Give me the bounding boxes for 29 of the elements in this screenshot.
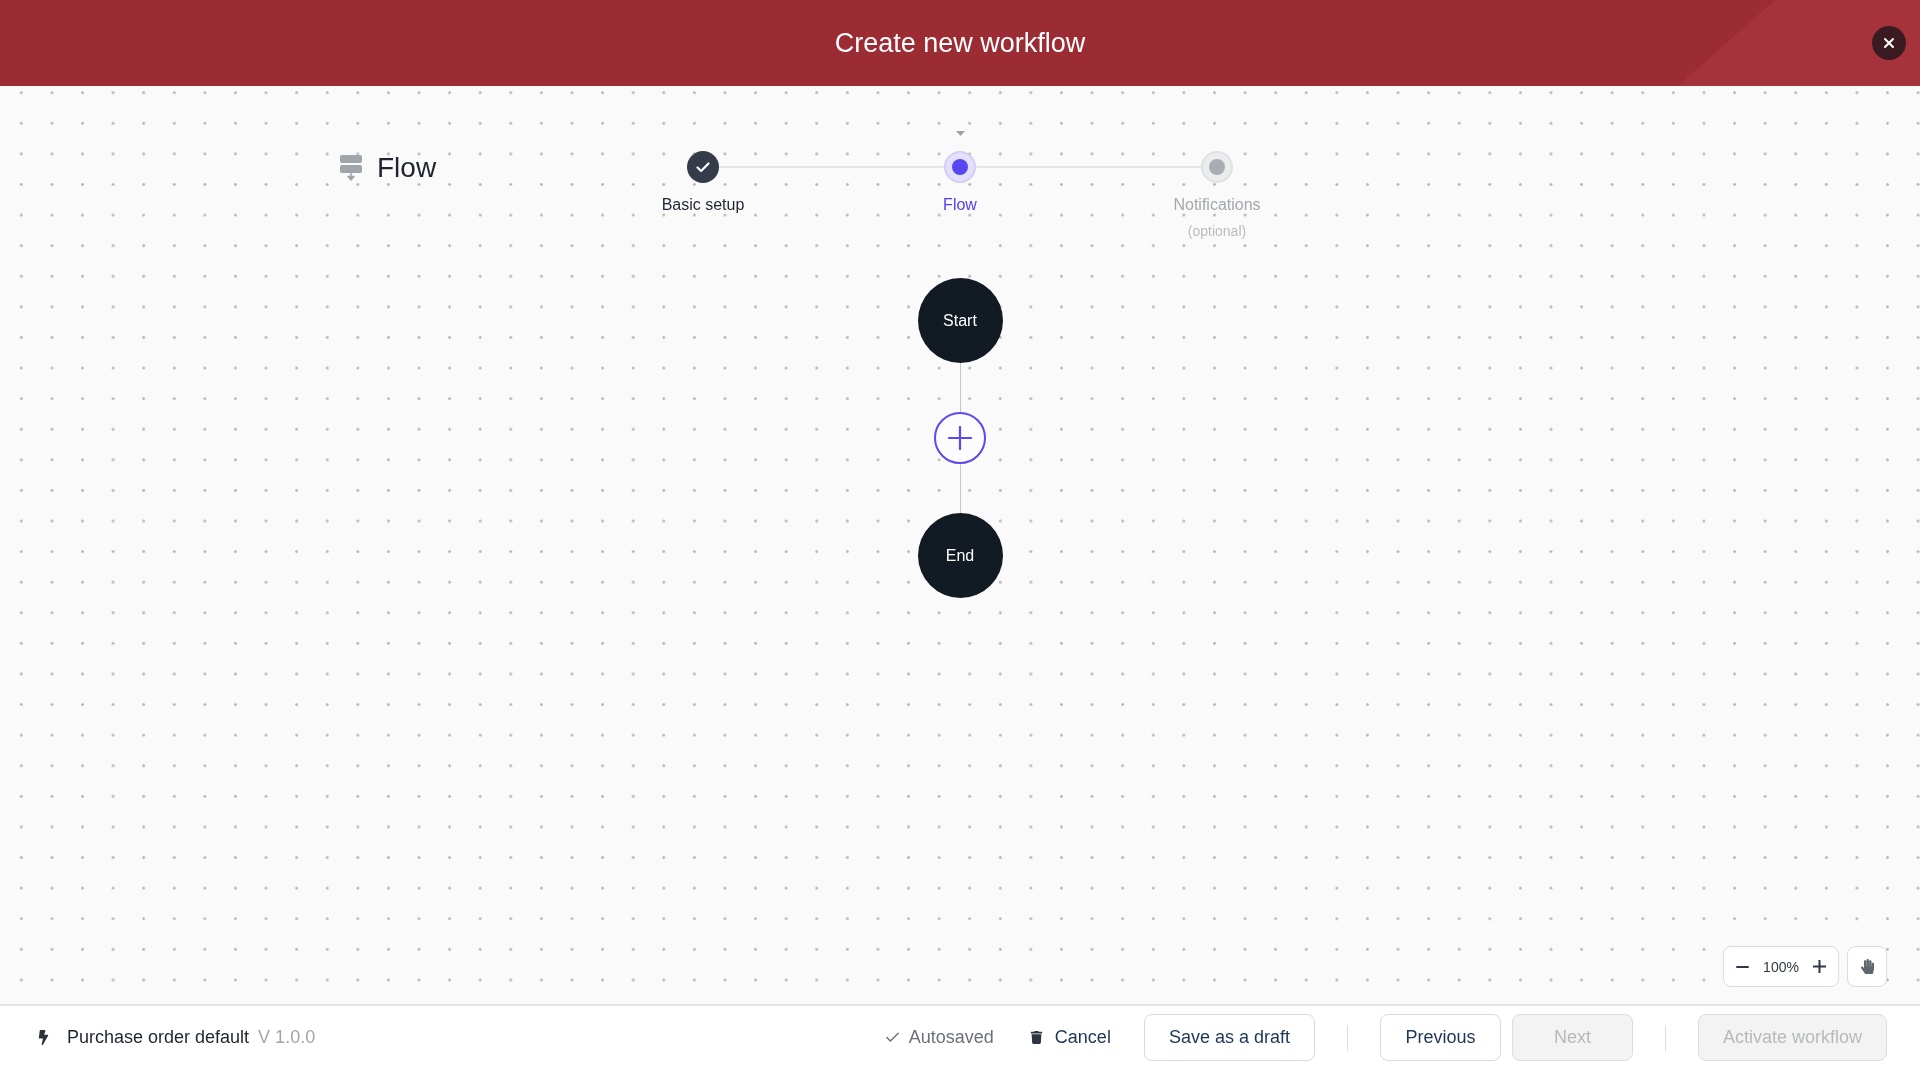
step-label: Basic setup bbox=[661, 195, 745, 215]
workflow-name: Purchase order default bbox=[67, 1027, 250, 1048]
stacked-bars-icon bbox=[340, 155, 362, 181]
footer-button[interactable]: Previous bbox=[1379, 1014, 1501, 1061]
step-label: Flow bbox=[943, 195, 977, 215]
zoom-level: 100% bbox=[1763, 958, 1799, 975]
step-label: Notifications bbox=[1173, 195, 1261, 215]
version-label: V 1.0.0 bbox=[258, 1027, 316, 1048]
footer-button[interactable]: Save as a draft bbox=[1143, 1014, 1315, 1061]
step-sublabel: (optional) bbox=[1187, 222, 1247, 240]
flow-node: Start bbox=[917, 278, 1003, 363]
flow-node: End bbox=[917, 513, 1003, 598]
caret-icon bbox=[955, 130, 965, 136]
plus-icon bbox=[948, 426, 972, 450]
plus-icon bbox=[1813, 960, 1826, 973]
save-status: Autosaved bbox=[908, 1027, 994, 1048]
connector-line bbox=[959, 464, 961, 513]
close-button[interactable] bbox=[1872, 26, 1906, 60]
minus-icon bbox=[1736, 965, 1749, 968]
hand-icon bbox=[1859, 959, 1875, 974]
page-title: Flow bbox=[377, 151, 437, 185]
add-step-button[interactable] bbox=[934, 412, 986, 464]
trash-icon bbox=[1029, 1031, 1043, 1044]
dialog-title: Create new workflow bbox=[834, 27, 1086, 59]
pan-button[interactable] bbox=[1847, 946, 1887, 987]
close-icon bbox=[1881, 35, 1897, 51]
connector-line bbox=[959, 363, 961, 412]
lightning-icon bbox=[36, 1030, 51, 1045]
cancel-button[interactable]: Cancel bbox=[1029, 1027, 1111, 1048]
